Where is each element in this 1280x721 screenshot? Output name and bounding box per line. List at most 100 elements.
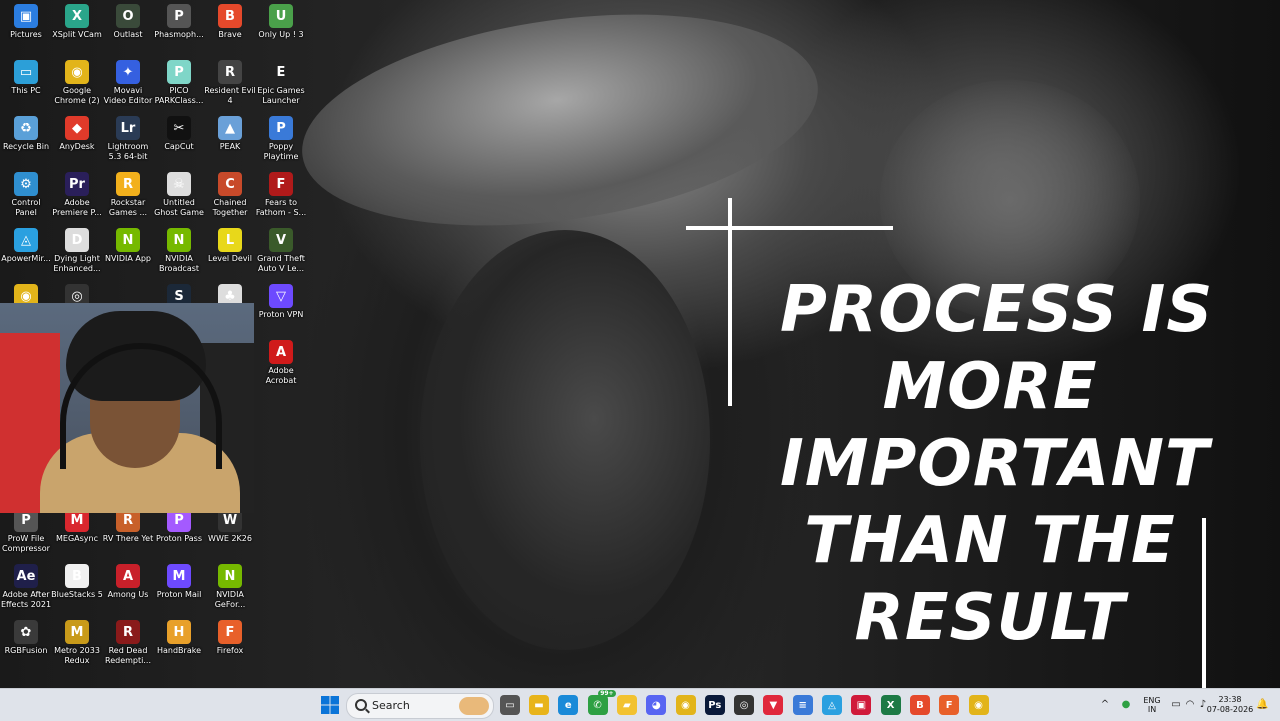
app-icon: H	[167, 620, 191, 644]
desktop-icon[interactable]: ▣ Pictures	[0, 0, 52, 56]
desktop-icon[interactable]: ✦ Movavi Video Editor 25	[102, 56, 154, 112]
desktop-icon-label: ProW File Compressor	[2, 534, 50, 553]
taskbar-photoshop[interactable]: Ps	[704, 695, 725, 715]
desktop-icon-label: XSplit VCam	[52, 30, 102, 39]
desktop-icon[interactable]: D Dying Light Enhanced...	[51, 224, 103, 280]
desktop-icon[interactable]: Pr Adobe Premiere P...	[51, 168, 103, 224]
desktop-icon[interactable]: H HandBrake	[153, 616, 205, 672]
desktop-icon[interactable]: A Adobe Acrobat	[255, 336, 307, 392]
desktop-icon[interactable]: C Chained Together	[204, 168, 256, 224]
taskbar-chrome-active[interactable]: ◉	[968, 695, 989, 715]
desktop-icon[interactable]: M Metro 2033 Redux	[51, 616, 103, 672]
app-icon: U	[269, 4, 293, 28]
chevron-up-icon[interactable]: ^	[1099, 699, 1111, 711]
taskbar-chrome[interactable]: ◉	[675, 695, 696, 715]
taskbar-app-red[interactable]: ▣	[851, 695, 872, 715]
desktop-icon[interactable]: ♻ Recycle Bin	[0, 112, 52, 168]
desktop-icon[interactable]: ◬ ApowerMir...	[0, 224, 52, 280]
app-icon: ▣	[14, 4, 38, 28]
desktop-icon[interactable]: R Resident Evil 4	[204, 56, 256, 112]
taskbar-firefox[interactable]: F	[939, 695, 960, 715]
app-icon: F	[218, 620, 242, 644]
app-icon: P	[269, 116, 293, 140]
language-indicator[interactable]: ENG IN	[1140, 689, 1164, 721]
desktop-icon[interactable]: ◆ AnyDesk	[51, 112, 103, 168]
desktop-icon-label: Outlast	[113, 30, 143, 39]
desktop-icon-label: Grand Theft Auto V Le...	[257, 254, 305, 273]
wifi-icon[interactable]: ◠	[1184, 699, 1196, 711]
desktop-icon[interactable]: ☠ Untitled Ghost Game	[153, 168, 205, 224]
desktop-icon-label: Pictures	[10, 30, 42, 39]
desktop-icon-label: Poppy Playtime	[263, 142, 299, 161]
clock[interactable]: 23:38 07-08-2026	[1206, 689, 1254, 721]
desktop-icon[interactable]: N NVIDIA GeFor...	[204, 560, 256, 616]
desktop-icon[interactable]: ✂ CapCut	[153, 112, 205, 168]
taskbar-pocket[interactable]: ▼	[763, 695, 784, 715]
clock-date: 07-08-2026	[1206, 705, 1254, 714]
desktop-icon-label: Adobe Acrobat	[265, 366, 297, 385]
desktop-icon[interactable]: B BlueStacks 5	[51, 560, 103, 616]
desktop-icon[interactable]: P PICO PARKClass...	[153, 56, 205, 112]
taskbar-notepad[interactable]: ≡	[792, 695, 813, 715]
quote-line-4: THAN THE	[804, 504, 1176, 578]
taskbar: Search ▭ ▬ e ✆ 99+ ▰ ◕ ◉ Ps ◎ ▼ ≡ ◬ ▣ X B F ◉ ^ ● ENG IN…	[0, 688, 1280, 721]
taskbar-edge[interactable]: e	[558, 695, 579, 715]
taskbar-apowermirror[interactable]: ◬	[822, 695, 842, 715]
desktop-icon[interactable]: ⚙ Control Panel	[0, 168, 52, 224]
taskbar-search-box[interactable]: Search	[346, 693, 494, 719]
taskbar-excel[interactable]: X	[880, 695, 901, 715]
desktop-icon[interactable]: N NVIDIA App	[102, 224, 154, 280]
desktop-icon[interactable]: Ae Adobe After Effects 2021	[0, 560, 52, 616]
desktop-icon[interactable]: R Rockstar Games ...	[102, 168, 154, 224]
desktop-icon[interactable]: ✿ RGBFusion	[0, 616, 52, 672]
app-icon: M	[167, 564, 191, 588]
app-icon: ▭	[14, 60, 38, 84]
clock-time: 23:38	[1218, 695, 1242, 704]
app-icon: R	[218, 60, 242, 84]
desktop-icon[interactable]: R Red Dead Redempti...	[102, 616, 154, 672]
desktop-icon[interactable]: U Only Up ! 3	[255, 0, 307, 56]
taskbar-brave[interactable]: B	[909, 695, 930, 715]
taskbar-whatsapp[interactable]: ✆ 99+	[587, 690, 616, 715]
desktop-icon[interactable]: L Level Devil	[204, 224, 256, 280]
quote-line-2: MORE	[882, 350, 1098, 424]
app-icon: ▲	[218, 116, 242, 140]
desktop-icon[interactable]: ◉ Google Chrome (2)	[51, 56, 103, 112]
desktop-icon[interactable]: B Brave	[204, 0, 256, 56]
desktop-icon[interactable]: E Epic Games Launcher	[255, 56, 307, 112]
taskbar-discord[interactable]: ◕	[646, 695, 667, 715]
task-view-button[interactable]: ▭	[500, 695, 520, 715]
desktop-icon-label: MEGAsync	[56, 534, 98, 543]
desktop-icon-label: Resident Evil 4	[204, 86, 256, 105]
app-icon: R	[116, 620, 140, 644]
desktop-icon-label: WWE 2K26	[208, 534, 252, 543]
app-icon: ◉	[65, 60, 89, 84]
webcam-overlay	[0, 303, 254, 513]
desktop-icon-label: Firefox	[216, 646, 244, 655]
desktop-icon[interactable]: P Poppy Playtime	[255, 112, 307, 168]
start-button[interactable]	[320, 695, 340, 715]
display-icon[interactable]: ▭	[1170, 699, 1182, 711]
desktop-icon[interactable]: M Proton Mail	[153, 560, 205, 616]
desktop-icon[interactable]: P Phasmoph...	[153, 0, 205, 56]
desktop-icon[interactable]: F Firefox	[204, 616, 256, 672]
desktop-icon[interactable]: A Among Us	[102, 560, 154, 616]
desktop-icon[interactable]: V Grand Theft Auto V Le...	[255, 224, 307, 280]
desktop-icon[interactable]: F Fears to Fathom - S...	[255, 168, 307, 224]
desktop-icon[interactable]: X XSplit VCam	[51, 0, 103, 56]
app-icon: N	[116, 228, 140, 252]
app-icon: N	[218, 564, 242, 588]
taskbar-folder[interactable]: ▰	[616, 695, 637, 715]
desktop-icon[interactable]: ▽ Proton VPN	[255, 280, 307, 336]
notification-icon[interactable]: 🔔	[1256, 699, 1268, 711]
desktop-icon[interactable]: Lr Lightroom 5.3 64-bit	[102, 112, 154, 168]
microphone-icon[interactable]: ●	[1120, 699, 1132, 711]
wallpaper-cross-vertical	[728, 198, 732, 406]
taskbar-obs[interactable]: ◎	[734, 695, 755, 715]
desktop-icon[interactable]: ▲ PEAK	[204, 112, 256, 168]
desktop-icon[interactable]: ▭ This PC	[0, 56, 52, 112]
desktop-icon[interactable]: N NVIDIA Broadcast	[153, 224, 205, 280]
desktop-icon[interactable]: O Outlast	[102, 0, 154, 56]
desktop-icon-label: Recycle Bin	[2, 142, 50, 151]
taskbar-file-explorer[interactable]: ▬	[529, 695, 549, 715]
